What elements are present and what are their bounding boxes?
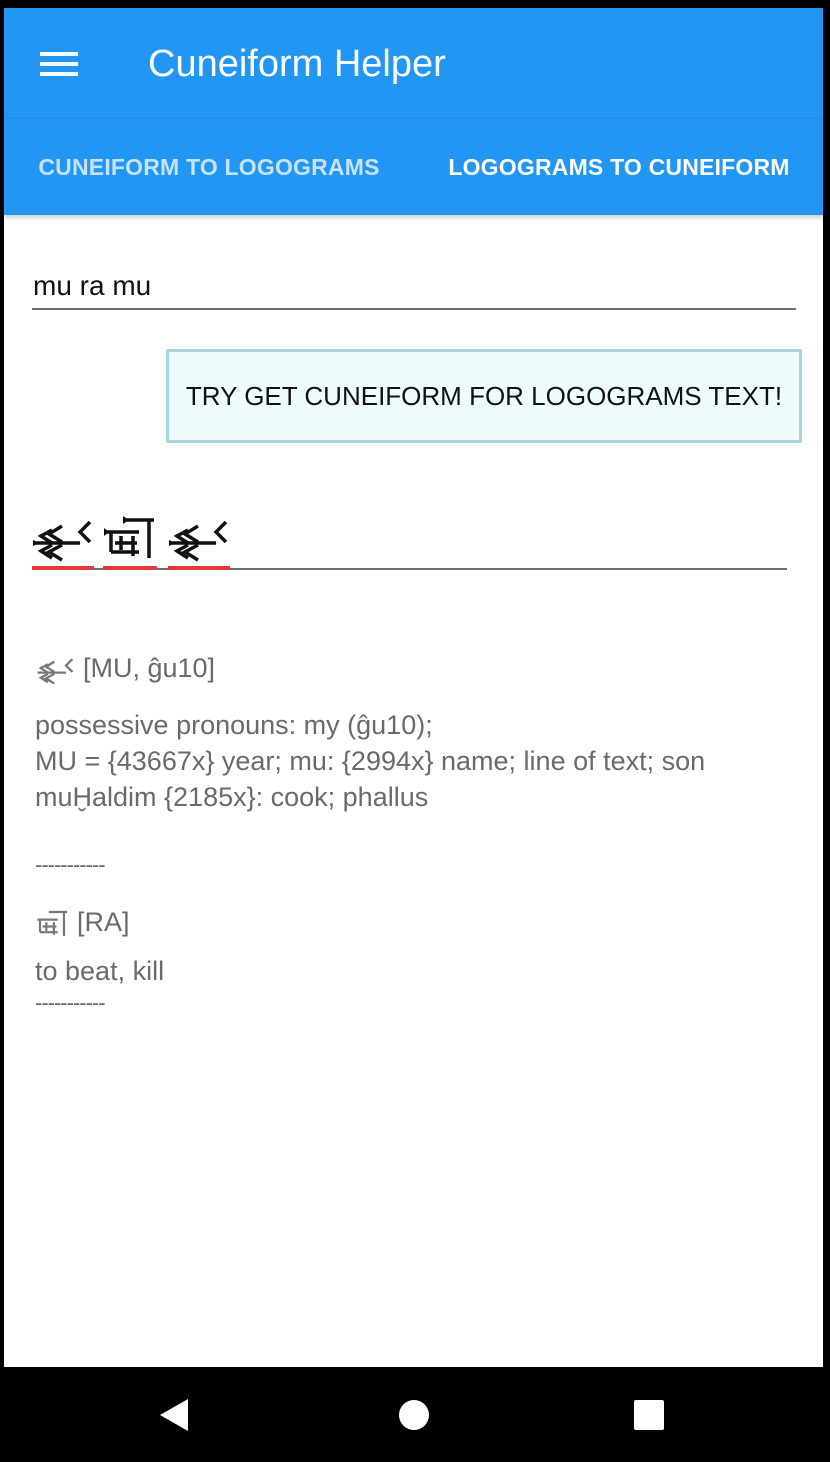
app-bar: Cuneiform Helper	[4, 8, 823, 118]
tab-logograms-to-cuneiform[interactable]: LOGOGRAMS TO CUNEIFORM	[414, 119, 823, 215]
spell-underline	[168, 566, 230, 570]
nav-home-button[interactable]	[386, 1387, 442, 1443]
circle-home-icon	[399, 1400, 429, 1430]
nav-back-button[interactable]	[148, 1387, 204, 1443]
entry-line: MU = {43667x} year; mu: {2994x} name; li…	[35, 746, 706, 776]
mu-sign-glyph	[32, 516, 94, 570]
menu-button[interactable]	[28, 40, 90, 88]
entry-line: possessive pronouns: my (ĝu10);	[35, 710, 433, 740]
triangle-back-icon	[160, 1399, 188, 1431]
app-title: Cuneiform Helper	[148, 43, 446, 85]
cuneiform-result-field[interactable]	[32, 508, 787, 570]
tab-bar: CUNEIFORM TO LOGOGRAMS LOGOGRAMS TO CUNE…	[4, 118, 823, 325]
mu-sign-glyph	[35, 655, 75, 685]
square-recents-icon	[634, 1400, 664, 1430]
nav-recents-button[interactable]	[621, 1387, 677, 1443]
entry-heading-text: [MU, ĝu10]	[83, 653, 216, 683]
app-screen: Cuneiform Helper CUNEIFORM TO LOGOGRAMS …	[4, 8, 823, 1367]
spell-underline	[32, 566, 94, 570]
entry-divider: -----------	[35, 852, 106, 877]
get-cuneiform-button[interactable]: TRY GET CUNEIFORM FOR LOGOGRAMS TEXT!	[166, 349, 802, 443]
mu-sign-glyph	[168, 516, 230, 570]
entry-divider: -----------	[35, 990, 106, 1015]
tab-cuneiform-to-logograms[interactable]: CUNEIFORM TO LOGOGRAMS	[4, 119, 414, 215]
system-nav-bar	[0, 1367, 830, 1462]
logograms-input[interactable]	[32, 264, 796, 310]
entry-heading: [MU, ĝu10]	[35, 650, 215, 686]
ra-sign-glyph	[35, 909, 69, 939]
entry-heading: [RA]	[35, 904, 130, 940]
entry-heading-text: [RA]	[77, 907, 130, 937]
spell-underline	[103, 566, 157, 570]
hamburger-menu-icon	[40, 52, 78, 76]
tab-indicator	[4, 319, 414, 325]
entry-line: muḪaldim {2185x}: cook; phallus	[35, 782, 429, 812]
ra-sign-glyph	[103, 516, 157, 570]
entry-line: to beat, kill	[35, 956, 165, 986]
